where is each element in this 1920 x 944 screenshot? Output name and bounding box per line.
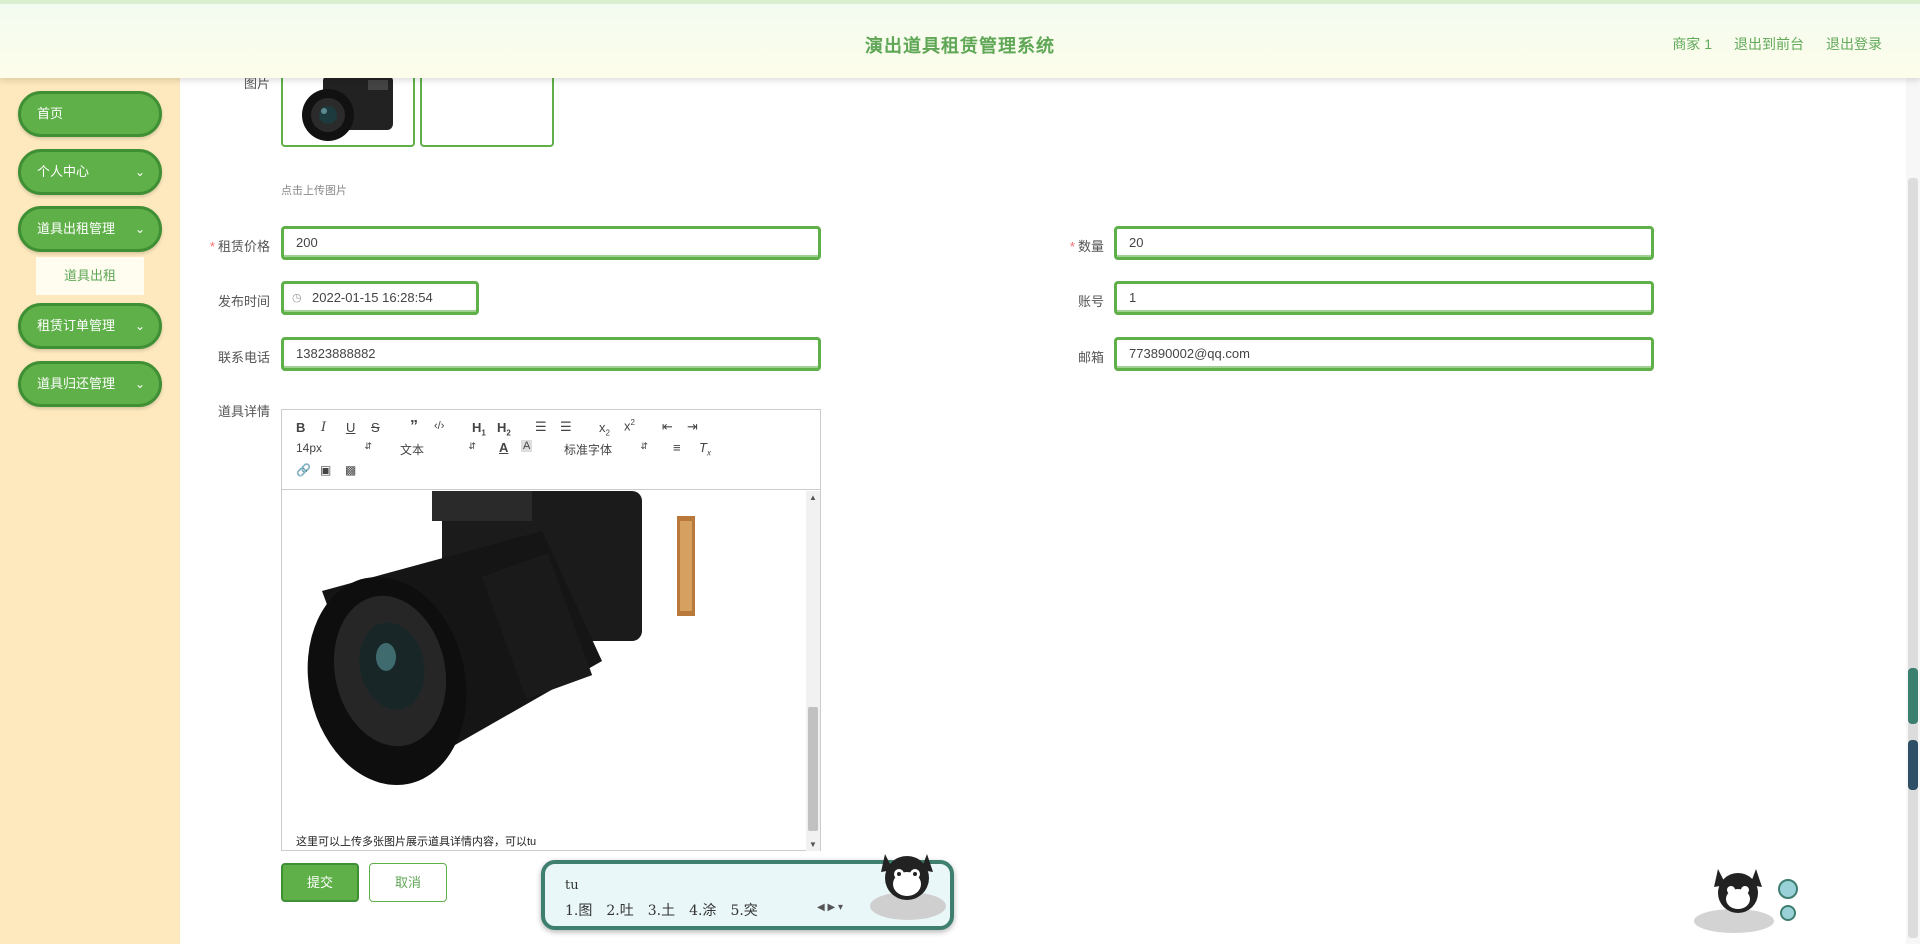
cat-mascot-icon bbox=[1694, 869, 1798, 933]
sidebar-item-rental-orders[interactable]: 租赁订单管理 ⌄ bbox=[18, 303, 162, 349]
top-header: 演出道具租赁管理系统 商家 1 退出到前台 退出登录 bbox=[0, 0, 1920, 78]
chevron-down-icon: ⌄ bbox=[134, 165, 145, 179]
editor-text: 这里可以上传多张图片展示道具详情内容，可以tu bbox=[296, 836, 537, 848]
ime-candidate[interactable]: 3.土 bbox=[648, 900, 675, 920]
scroll-up-icon[interactable]: ▲ bbox=[806, 493, 820, 502]
superscript-icon[interactable]: x2 bbox=[624, 418, 635, 433]
merchant-link[interactable]: 商家 1 bbox=[1672, 34, 1712, 54]
scroll-down-icon[interactable]: ▼ bbox=[806, 840, 820, 849]
page-scrollbar[interactable] bbox=[1906, 78, 1920, 944]
ordered-list-icon[interactable]: ☰ bbox=[535, 419, 547, 435]
underline-icon[interactable]: U bbox=[346, 420, 355, 435]
publish-time-label: 发布时间 bbox=[217, 294, 270, 309]
account-label: 账号 bbox=[1077, 294, 1104, 309]
email-input[interactable]: 773890002@qq.com bbox=[1114, 337, 1654, 371]
background-color-icon[interactable]: A bbox=[521, 440, 533, 452]
dock-widget[interactable] bbox=[1908, 668, 1918, 724]
ime-candidate[interactable]: 2.吐 bbox=[606, 900, 633, 920]
ime-candidate[interactable]: 5.突 bbox=[730, 900, 757, 920]
quantity-label: * 数量 bbox=[1069, 239, 1104, 254]
chevron-down-icon: ⌄ bbox=[134, 319, 145, 333]
submenu-item-prop-rent[interactable]: 道具出租 bbox=[36, 257, 144, 295]
indent-icon[interactable]: ⇥ bbox=[687, 419, 698, 435]
font-family-select[interactable]: 标准字体 ⇵ bbox=[564, 441, 648, 458]
link-icon[interactable]: 🔗 bbox=[296, 463, 311, 477]
ime-cat-mascot-icon bbox=[870, 854, 946, 920]
blockquote-icon[interactable]: ” bbox=[410, 418, 418, 436]
camera-detail-image bbox=[307, 491, 695, 785]
ime-page-nav[interactable]: ◀ ▶ ▾ bbox=[817, 902, 843, 913]
strikethrough-icon[interactable]: S bbox=[371, 420, 380, 435]
price-input[interactable]: 200 bbox=[281, 226, 821, 260]
sidebar-item-home[interactable]: 首页 bbox=[18, 91, 162, 137]
clear-format-icon[interactable]: Tx bbox=[699, 440, 711, 458]
sidebar-item-label: 个人中心 bbox=[37, 164, 90, 179]
ime-candidate[interactable]: 4.涂 bbox=[689, 900, 716, 920]
video-icon[interactable]: ▩ bbox=[345, 463, 356, 477]
upload-hint: 点击上传图片 bbox=[281, 185, 347, 197]
publish-time-value: 2022-01-15 16:28:54 bbox=[312, 290, 433, 305]
dock-widget[interactable] bbox=[1908, 740, 1918, 790]
ime-candidate[interactable]: 1.图 bbox=[565, 900, 592, 920]
price-label: * 租赁价格 bbox=[209, 239, 270, 254]
app-title: 演出道具租赁管理系统 bbox=[865, 36, 1055, 56]
quantity-input[interactable]: 20 bbox=[1114, 226, 1654, 260]
font-color-icon[interactable]: A bbox=[499, 440, 508, 455]
heading-1-icon[interactable]: H1 bbox=[472, 420, 486, 438]
cancel-button[interactable]: 取消 bbox=[369, 863, 447, 902]
editor-toolbar: B I U S ” ‹/› H1 H2 ☰ ☰ x2 x2 ⇤ ⇥ 14px ⇵ … bbox=[282, 410, 820, 490]
bullet-list-icon[interactable]: ☰ bbox=[560, 419, 572, 435]
font-size-select[interactable]: 14px ⇵ bbox=[296, 441, 372, 455]
logout-link[interactable]: 退出登录 bbox=[1826, 34, 1882, 54]
publish-time-picker[interactable]: ◷ 2022-01-15 16:28:54 bbox=[281, 281, 479, 315]
chevron-down-icon: ⌄ bbox=[134, 377, 145, 391]
align-icon[interactable]: ≡ bbox=[673, 440, 681, 455]
phone-input[interactable]: 13823888882 bbox=[281, 337, 821, 371]
back-to-frontend-link[interactable]: 退出到前台 bbox=[1734, 34, 1804, 54]
sidebar-item-label: 首页 bbox=[37, 106, 64, 121]
ime-candidate-window: tu 1.图 2.吐 3.土 4.涂 5.突 ◀ ▶ ▾ bbox=[541, 854, 954, 930]
phone-label: 联系电话 bbox=[217, 350, 270, 365]
sidebar-item-personal-center[interactable]: 个人中心 ⌄ bbox=[18, 149, 162, 195]
rich-text-editor[interactable]: B I U S ” ‹/› H1 H2 ☰ ☰ x2 x2 ⇤ ⇥ 14px ⇵ … bbox=[281, 409, 821, 851]
sidebar-item-label: 道具归还管理 bbox=[37, 376, 116, 391]
code-block-icon[interactable]: ‹/› bbox=[434, 420, 444, 432]
submit-button[interactable]: 提交 bbox=[281, 863, 359, 902]
sidebar-item-label: 道具出租管理 bbox=[37, 221, 116, 236]
subscript-icon[interactable]: x2 bbox=[599, 420, 610, 438]
chevron-down-icon: ⌄ bbox=[134, 222, 145, 236]
editor-scrollbar[interactable]: ▲ ▼ bbox=[806, 491, 820, 851]
sidebar-item-prop-return[interactable]: 道具归还管理 ⌄ bbox=[18, 361, 162, 407]
clock-icon: ◷ bbox=[292, 292, 302, 304]
details-label: 道具详情 bbox=[217, 404, 270, 419]
bold-icon[interactable]: B bbox=[296, 420, 305, 435]
outdent-icon[interactable]: ⇤ bbox=[662, 419, 673, 435]
sidebar-item-prop-rental[interactable]: 道具出租管理 ⌄ bbox=[18, 206, 162, 252]
sidebar-item-label: 租赁订单管理 bbox=[37, 318, 116, 333]
heading-2-icon[interactable]: H2 bbox=[497, 420, 511, 438]
page-scroll-thumb[interactable] bbox=[1908, 178, 1918, 938]
header-select[interactable]: 文本 ⇵ bbox=[400, 441, 476, 458]
italic-icon[interactable]: I bbox=[321, 420, 326, 435]
ime-candidates: 1.图 2.吐 3.土 4.涂 5.突 bbox=[565, 900, 758, 920]
ime-composition: tu bbox=[565, 878, 579, 893]
image-icon[interactable]: ▣ bbox=[320, 463, 331, 477]
header-links: 商家 1 退出到前台 退出登录 bbox=[1672, 34, 1882, 54]
editor-content[interactable]: 这里可以上传多张图片展示道具详情内容，可以tu bbox=[282, 491, 805, 851]
account-input[interactable]: 1 bbox=[1114, 281, 1654, 315]
editor-scroll-thumb[interactable] bbox=[808, 707, 818, 831]
email-label: 邮箱 bbox=[1077, 350, 1104, 365]
